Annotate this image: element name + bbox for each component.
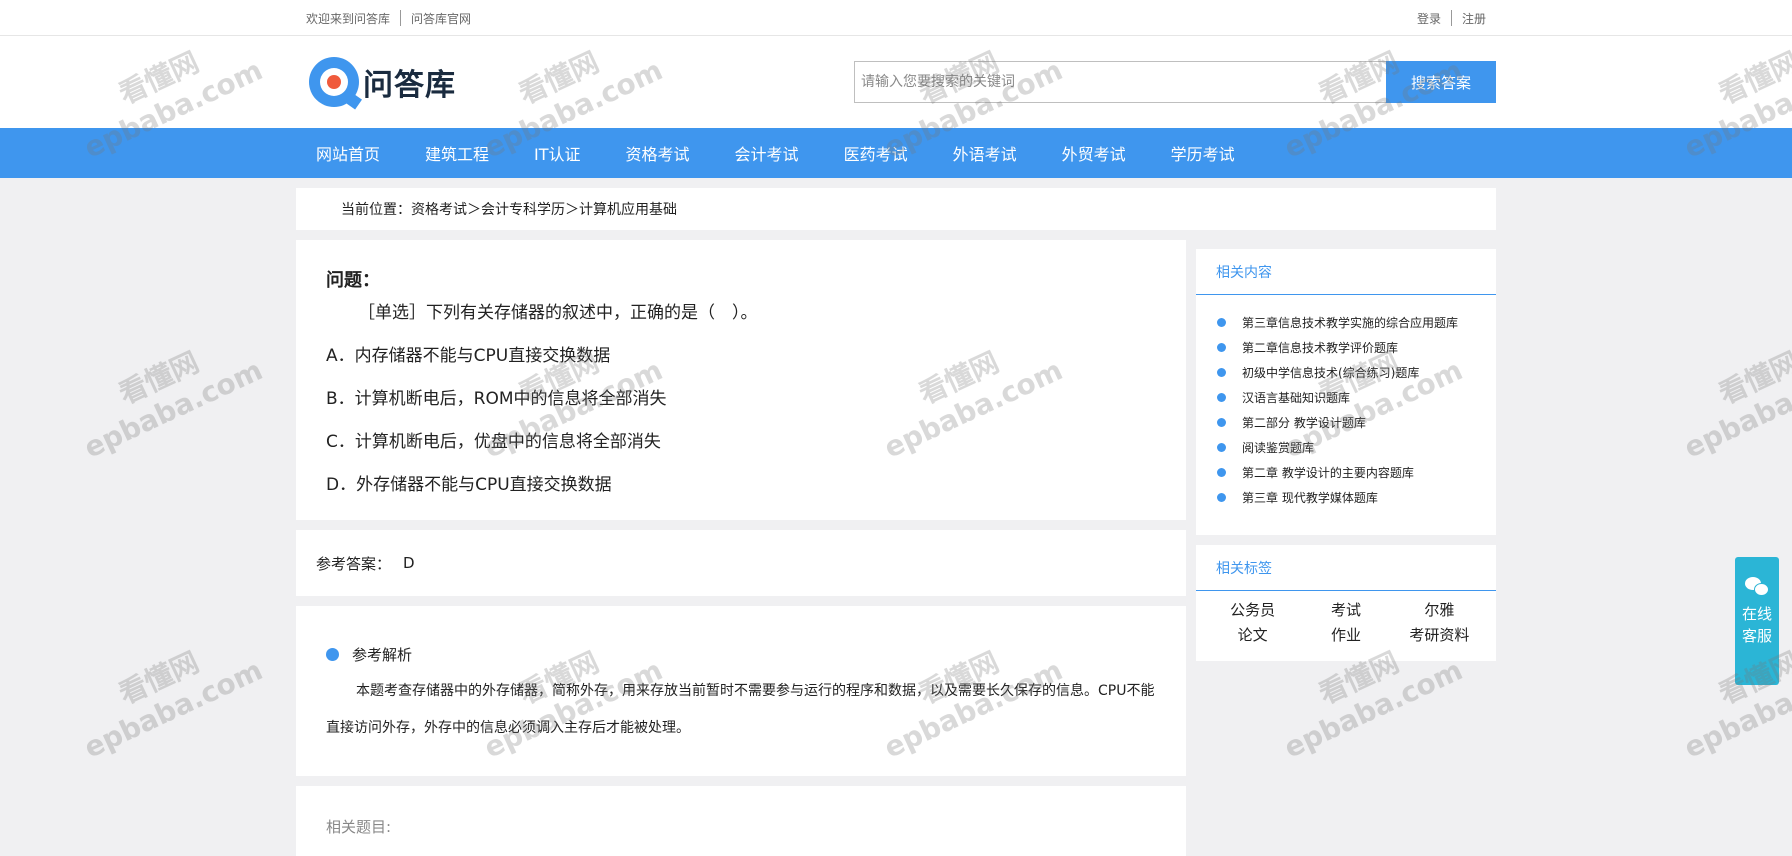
answer-value: D — [403, 554, 415, 572]
bullet-icon — [1217, 443, 1226, 452]
tag-link[interactable]: 尔雅 — [1393, 599, 1486, 620]
nav-item-education[interactable]: 学历考试 — [1171, 141, 1235, 165]
nav-item-trade[interactable]: 外贸考试 — [1062, 141, 1126, 165]
nav-item-construction[interactable]: 建筑工程 — [425, 141, 489, 165]
tag-link[interactable]: 作业 — [1299, 624, 1392, 645]
answer-panel: 参考答案： D — [296, 530, 1186, 596]
bullet-icon — [1217, 368, 1226, 377]
welcome-text: 欢迎来到问答库 — [306, 11, 391, 26]
nav-item-language[interactable]: 外语考试 — [953, 141, 1017, 165]
bullet-icon — [326, 648, 339, 661]
list-item[interactable]: 汉语言基础知识题库 — [1216, 385, 1496, 410]
search-button[interactable]: 搜索答案 — [1386, 61, 1496, 103]
register-link[interactable]: 注册 — [1462, 10, 1486, 27]
logo-text: 问答库 — [363, 68, 456, 103]
wechat-icon — [1745, 577, 1769, 596]
site-logo[interactable]: 问答库 — [309, 57, 456, 110]
related-content-list: 第三章信息技术教学实施的综合应用题库 第二章信息技术教学评价题库 初级中学信息技… — [1196, 295, 1496, 535]
related-content-box: 相关内容 第三章信息技术教学实施的综合应用题库 第二章信息技术教学评价题库 初级… — [1196, 249, 1496, 535]
option-b: B．计算机断电后，ROM中的信息将全部消失 — [326, 389, 667, 409]
watermark: 看懂网 epbaba.com — [79, 345, 268, 465]
list-item[interactable]: 第三章信息技术教学实施的综合应用题库 — [1216, 310, 1496, 335]
option-d: D．外存储器不能与CPU直接交换数据 — [326, 475, 612, 495]
header: 问答库 搜索答案 — [0, 36, 1792, 128]
bullet-icon — [1217, 343, 1226, 352]
option-a: A．内存储器不能与CPU直接交换数据 — [326, 346, 611, 366]
analysis-panel: 参考解析 本题考查存储器中的外存储器，简称外存，用来存放当前暂时不需要参与运行的… — [296, 606, 1186, 776]
analysis-title: 参考解析 — [352, 646, 413, 664]
bullet-icon — [1217, 468, 1226, 477]
question-title: 问题： — [326, 270, 380, 291]
list-item[interactable]: 初级中学信息技术(综合练习)题库 — [1216, 360, 1496, 385]
search-bar: 搜索答案 — [854, 61, 1496, 103]
tag-link[interactable]: 公务员 — [1206, 599, 1299, 620]
related-questions-title: 相关题目: — [326, 818, 392, 836]
related-tags-box: 相关标签 公务员 考试 尔雅 论文 作业 考研资料 — [1196, 545, 1496, 661]
logo-icon — [309, 57, 362, 110]
divider — [1450, 10, 1452, 26]
bullet-icon — [1217, 318, 1226, 327]
bullet-icon — [1217, 393, 1226, 402]
official-site-link[interactable]: 问答库官网 — [411, 10, 471, 27]
tag-link[interactable]: 考研资料 — [1393, 624, 1486, 645]
question-panel: 问题： ［单选］下列有关存储器的叙述中，正确的是（ ）。 A．内存储器不能与CP… — [296, 240, 1186, 520]
tag-link[interactable]: 论文 — [1206, 624, 1299, 645]
bullet-icon — [1217, 493, 1226, 502]
watermark: 看懂网 epbaba.com — [1679, 345, 1792, 465]
nav-item-home[interactable]: 网站首页 — [316, 141, 380, 165]
nav-item-it[interactable]: IT认证 — [534, 141, 581, 165]
list-item[interactable]: 第三章 现代教学媒体题库 — [1216, 485, 1496, 510]
divider — [400, 10, 402, 26]
analysis-text: 本题考查存储器中的外存储器，简称外存，用来存放当前暂时不需要参与运行的程序和数据… — [326, 683, 1155, 736]
option-c: C．计算机断电后，优盘中的信息将全部消失 — [326, 432, 661, 452]
nav-item-qualification[interactable]: 资格考试 — [626, 141, 690, 165]
tag-link[interactable]: 考试 — [1299, 599, 1392, 620]
main-nav: 网站首页 建筑工程 IT认证 资格考试 会计考试 医药考试 外语考试 外贸考试 … — [0, 128, 1792, 178]
list-item[interactable]: 阅读鉴赏题库 — [1216, 435, 1496, 460]
related-questions-panel: 相关题目: — [296, 786, 1186, 856]
search-input[interactable] — [854, 61, 1386, 103]
bullet-icon — [1217, 418, 1226, 427]
breadcrumb: 当前位置：资格考试＞会计专科学历＞计算机应用基础 — [296, 188, 1496, 230]
question-stem: ［单选］下列有关存储器的叙述中，正确的是（ ）。 — [358, 303, 758, 323]
related-tags-title: 相关标签 — [1196, 545, 1496, 591]
online-service-button[interactable]: 在线 客服 — [1735, 557, 1779, 685]
service-label-2: 客服 — [1741, 627, 1772, 645]
list-item[interactable]: 第二部分 教学设计题库 — [1216, 410, 1496, 435]
service-label-1: 在线 — [1741, 605, 1772, 623]
list-item[interactable]: 第二章信息技术教学评价题库 — [1216, 335, 1496, 360]
list-item[interactable]: 第二章 教学设计的主要内容题库 — [1216, 460, 1496, 485]
login-link[interactable]: 登录 — [1417, 10, 1441, 27]
top-bar: 欢迎来到问答库 问答库官网 登录 注册 — [0, 0, 1792, 36]
nav-item-accounting[interactable]: 会计考试 — [735, 141, 799, 165]
watermark: 看懂网 epbaba.com — [79, 645, 268, 765]
related-content-title: 相关内容 — [1196, 249, 1496, 295]
nav-item-medical[interactable]: 医药考试 — [844, 141, 908, 165]
answer-label: 参考答案： — [316, 554, 392, 573]
